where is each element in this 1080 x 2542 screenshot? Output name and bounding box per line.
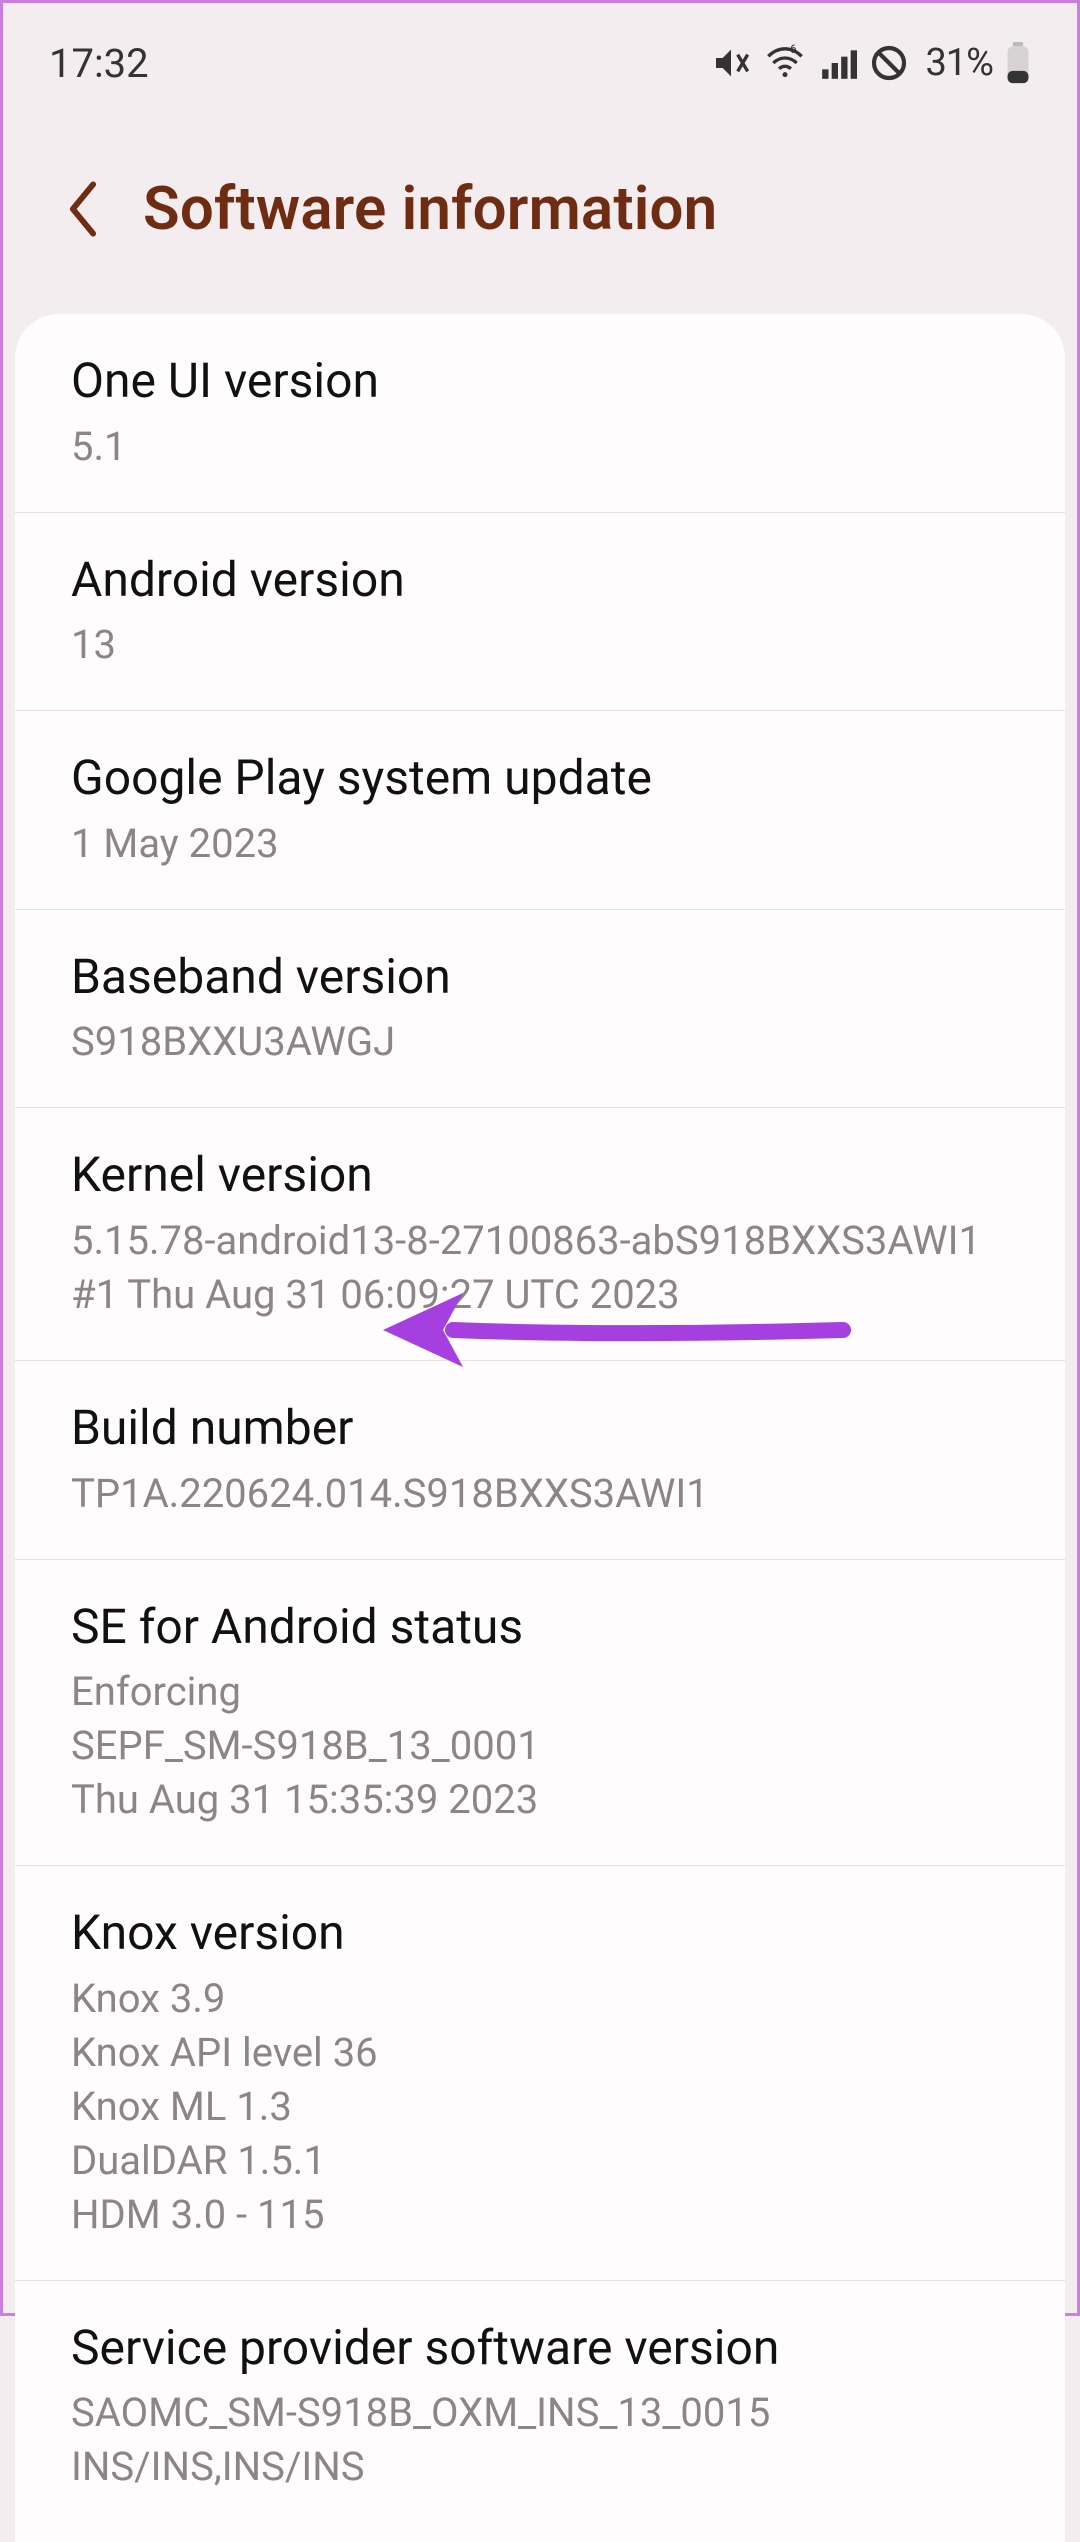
row-one-ui-version[interactable]: One UI version 5.1	[15, 314, 1065, 513]
row-baseband-version[interactable]: Baseband version S918BXXU3AWGJ	[15, 910, 1065, 1109]
signal-icon	[819, 43, 857, 83]
row-title: Build number	[71, 1399, 1009, 1457]
dnd-icon	[869, 43, 909, 83]
row-sub: 13	[71, 618, 1009, 672]
row-play-update[interactable]: Google Play system update 1 May 2023	[15, 711, 1065, 910]
status-bar: 17:32 6	[3, 3, 1077, 103]
row-title: Baseband version	[71, 948, 1009, 1006]
row-sub: 1 May 2023	[71, 817, 1009, 871]
settings-card: One UI version 5.1 Android version 13 Go…	[15, 314, 1065, 2542]
row-title: SE for Android status	[71, 1598, 1009, 1656]
row-sub: TP1A.220624.014.S918BXXS3AWI1	[71, 1467, 1009, 1521]
row-android-version[interactable]: Android version 13	[15, 513, 1065, 712]
row-service-provider-version[interactable]: Service provider software version SAOMC_…	[15, 2281, 1065, 2533]
status-right: 6 31%	[711, 41, 1031, 85]
battery-icon	[1005, 42, 1031, 84]
row-knox-version[interactable]: Knox version Knox 3.9 Knox API level 36 …	[15, 1866, 1065, 2281]
row-sub: Knox 3.9 Knox API level 36 Knox ML 1.3 D…	[71, 1972, 1009, 2242]
status-time: 17:32	[49, 40, 149, 87]
row-build-number[interactable]: Build number TP1A.220624.014.S918BXXS3AW…	[15, 1361, 1065, 1560]
row-sub: 5.15.78-android13-8-27100863-abS918BXXS3…	[71, 1214, 1009, 1322]
row-title: Service provider software version	[71, 2319, 1009, 2377]
wifi-icon: 6	[763, 43, 807, 83]
row-kernel-version[interactable]: Kernel version 5.15.78-android13-8-27100…	[15, 1108, 1065, 1361]
page-title: Software information	[143, 173, 717, 244]
back-button[interactable]	[63, 179, 103, 239]
svg-text:6: 6	[790, 43, 797, 56]
row-title: Knox version	[71, 1904, 1009, 1962]
row-title: Google Play system update	[71, 749, 1009, 807]
mute-icon	[711, 43, 751, 83]
row-title: Kernel version	[71, 1146, 1009, 1204]
battery-percent: 31%	[925, 41, 993, 85]
row-sub: Enforcing SEPF_SM-S918B_13_0001 Thu Aug …	[71, 1665, 1009, 1827]
row-title: Android version	[71, 551, 1009, 609]
row-se-android-status[interactable]: SE for Android status Enforcing SEPF_SM-…	[15, 1560, 1065, 1867]
row-title: One UI version	[71, 352, 1009, 410]
page-header: Software information	[3, 103, 1077, 314]
row-sub: 5.1	[71, 420, 1009, 474]
row-sub: SAOMC_SM-S918B_OXM_INS_13_0015 INS/INS,I…	[71, 2386, 1009, 2494]
row-sub: S918BXXU3AWGJ	[71, 1015, 1009, 1069]
